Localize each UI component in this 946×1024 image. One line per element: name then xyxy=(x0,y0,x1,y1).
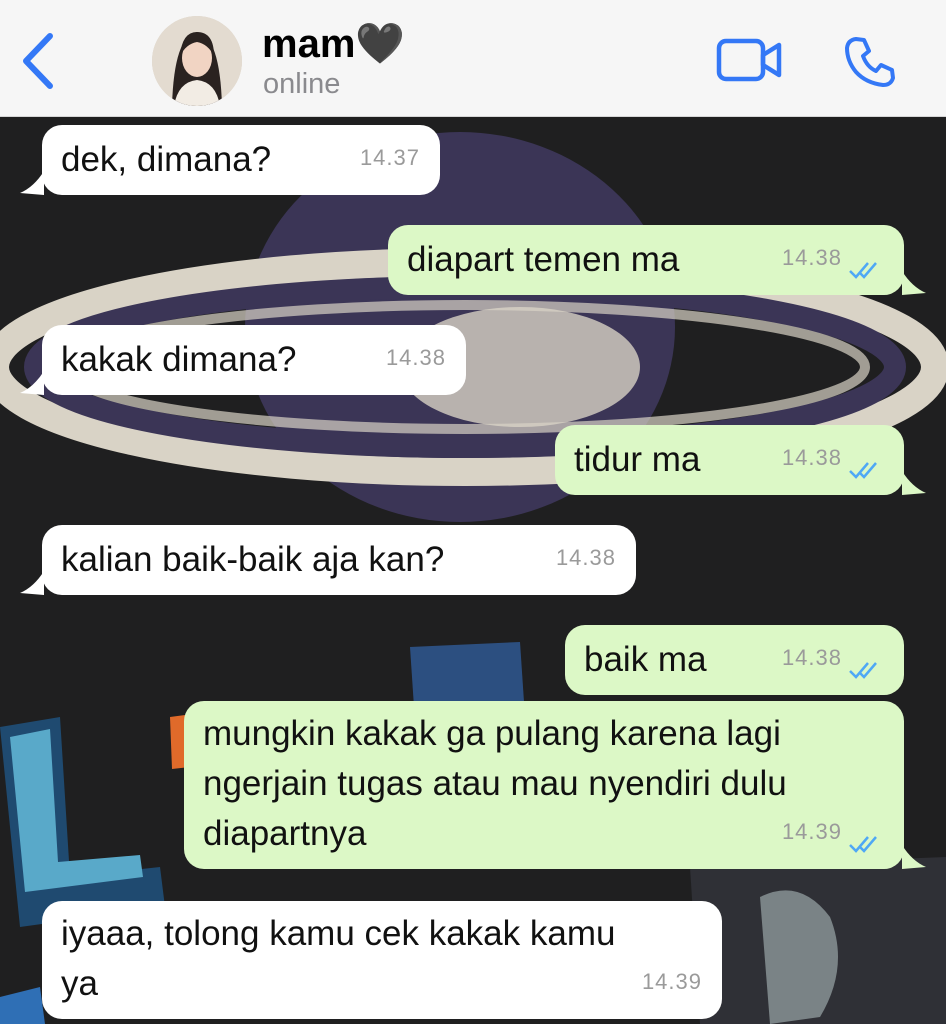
message-line: ya xyxy=(61,964,98,1003)
message-bubble-outgoing[interactable]: mungkin kakak ga pulang karena lagi nger… xyxy=(184,701,904,869)
avatar[interactable] xyxy=(152,16,242,106)
message-time: 14.39 xyxy=(781,819,842,844)
message-bubble-incoming[interactable]: kalian baik-baik aja kan? 14.38 xyxy=(42,525,636,595)
double-check-icon xyxy=(849,462,877,479)
message-time: 14.38 xyxy=(385,345,446,370)
message-line: ngerjain tugas atau mau nyendiri dulu xyxy=(203,764,787,803)
message-text: diapart temen ma xyxy=(407,240,680,279)
double-check-icon xyxy=(849,262,877,279)
video-camera-icon xyxy=(716,38,782,82)
message-time: 14.38 xyxy=(781,445,842,470)
bubble-tail xyxy=(902,471,926,495)
contact-status: online xyxy=(263,68,341,100)
message-time: 14.39 xyxy=(641,969,702,994)
bubble-tail xyxy=(20,371,44,395)
back-button[interactable] xyxy=(18,30,58,92)
bubble-tail xyxy=(902,271,926,295)
message-time: 14.38 xyxy=(781,245,842,270)
message-time: 14.37 xyxy=(359,145,420,170)
bubble-tail xyxy=(20,571,44,595)
chat-header: mam🖤 online xyxy=(0,0,946,117)
phone-icon xyxy=(845,37,895,87)
message-time: 14.38 xyxy=(781,645,842,670)
chevron-left-icon xyxy=(23,33,53,89)
message-text: baik ma xyxy=(584,640,707,679)
message-line: mungkin kakak ga pulang karena lagi xyxy=(203,714,781,753)
double-check-icon xyxy=(849,662,877,679)
voice-call-button[interactable] xyxy=(842,34,898,90)
message-bubble-incoming[interactable]: kakak dimana? 14.38 xyxy=(42,325,466,395)
message-line: diapartnya xyxy=(203,814,367,853)
video-call-button[interactable] xyxy=(716,36,784,84)
message-text: dek, dimana? xyxy=(61,140,272,179)
bubble-tail xyxy=(902,845,926,869)
bubble-tail xyxy=(20,171,44,195)
message-time: 14.38 xyxy=(555,545,616,570)
chat-area[interactable]: dek, dimana? 14.37 diapart temen ma 14.3… xyxy=(0,117,946,1024)
message-bubble-outgoing[interactable]: diapart temen ma 14.38 xyxy=(388,225,904,295)
message-text: kakak dimana? xyxy=(61,340,297,379)
contact-name[interactable]: mam🖤 xyxy=(262,20,405,67)
double-check-icon xyxy=(849,836,877,853)
message-bubble-outgoing[interactable]: baik ma 14.38 xyxy=(565,625,904,695)
message-bubble-incoming[interactable]: dek, dimana? 14.37 xyxy=(42,125,440,195)
message-bubble-incoming[interactable]: iyaaa, tolong kamu cek kakak kamu ya 14.… xyxy=(42,901,722,1019)
message-text: tidur ma xyxy=(574,440,701,479)
message-text: kalian baik-baik aja kan? xyxy=(61,540,445,579)
message-bubble-outgoing[interactable]: tidur ma 14.38 xyxy=(555,425,904,495)
message-line: iyaaa, tolong kamu cek kakak kamu xyxy=(61,914,616,953)
